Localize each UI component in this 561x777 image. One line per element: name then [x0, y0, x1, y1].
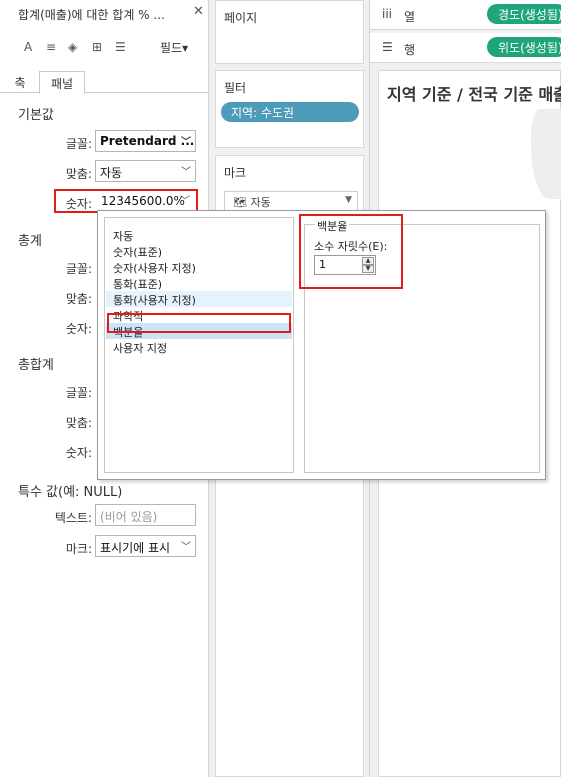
totals-align-label: 맞춤: [65, 292, 92, 306]
number-format-popup: 자동 숫자(표준) 숫자(사용자 지정) 통화(표준) 통화(사용자 지정) 과… [97, 210, 546, 480]
pages-title: 페이지 [224, 11, 258, 25]
lines-icon[interactable]: ☰ [115, 40, 126, 54]
filters-card: 필터 지역: 수도권 [215, 70, 364, 148]
grand-totals-numbers-label: 숫자: [65, 446, 92, 460]
map-icon: 🗺 [233, 196, 251, 209]
filter-pill[interactable]: 지역: 수도권 [221, 102, 359, 122]
columns-shelf[interactable]: iii 열 경도(생성됨) [370, 0, 561, 30]
special-marks-label: 마크: [65, 542, 92, 556]
columns-label: 열 [404, 10, 416, 24]
rows-shelf[interactable]: ☰ 행 위도(생성됨) [370, 33, 561, 63]
chevron-down-icon: ﹀ [181, 137, 191, 148]
map-shape [531, 109, 561, 199]
list-item[interactable]: 사용자 지정 [106, 339, 292, 355]
chevron-down-icon: ▼ [345, 195, 352, 205]
list-item[interactable]: 숫자(사용자 지정) [106, 259, 292, 275]
tableau-workspace: 합계(매출)에 대한 합계 % ... ✕ A ≡ ◈ ⊞ ☰ 필드▾ 축 패널… [0, 0, 561, 777]
highlight-decimal [299, 214, 403, 289]
totals-numbers-label: 숫자: [65, 322, 92, 336]
default-font-label: 글꼴: [65, 137, 92, 151]
shading-icon[interactable]: ◈ [68, 40, 77, 54]
sheet-title: 지역 기준 / 전국 기준 매출 [387, 85, 561, 104]
special-marks-select[interactable]: 표시기에 표시 ﹀ [95, 535, 196, 557]
list-item[interactable]: 숫자(표준) [106, 243, 292, 259]
fields-dropdown[interactable]: 필드▾ [160, 39, 188, 56]
number-format-list: 자동 숫자(표준) 숫자(사용자 지정) 통화(표준) 통화(사용자 지정) 과… [104, 217, 294, 473]
list-item[interactable]: 통화(사용자 지정) [106, 291, 292, 307]
totals-font-label: 글꼴: [65, 262, 92, 276]
grand-totals-align-label: 맞춤: [65, 416, 92, 430]
section-grand-totals-heading: 총합계 [18, 358, 54, 373]
columns-icon: iii [382, 7, 393, 21]
default-font-select[interactable]: Pretendard ... ﹀ [95, 130, 196, 152]
default-align-label: 맞춤: [65, 167, 92, 181]
chevron-down-icon: ▾ [182, 41, 189, 55]
marks-type-value: 자동 [250, 196, 271, 209]
default-align-value: 자동 [100, 166, 123, 180]
list-item[interactable]: 통화(표준) [106, 275, 292, 291]
special-text-input[interactable]: (비어 있음) [95, 504, 196, 526]
format-tabs: 축 패널 [0, 71, 209, 94]
columns-pill[interactable]: 경도(생성됨) [487, 4, 561, 24]
special-text-label: 텍스트: [54, 511, 92, 525]
marks-type-dropdown[interactable]: 🗺 자동 ▼ [224, 191, 358, 211]
tab-pane[interactable]: 패널 [39, 71, 85, 94]
rows-icon: ☰ [382, 40, 393, 54]
format-pane-title: 합계(매출)에 대한 합계 % ... [18, 8, 165, 22]
chevron-down-icon: ﹀ [181, 167, 191, 178]
marks-title: 마크 [224, 166, 247, 180]
section-default-heading: 기본값 [18, 108, 54, 123]
section-totals-heading: 총계 [18, 234, 42, 249]
highlight-percentage [107, 313, 291, 333]
special-text-placeholder: (비어 있음) [100, 510, 158, 524]
fields-label: 필드 [160, 41, 183, 55]
list-item[interactable]: 자동 [106, 227, 292, 243]
special-marks-value: 표시기에 표시 [100, 541, 171, 555]
chevron-down-icon: ﹀ [181, 542, 191, 553]
alignment-icon[interactable]: ≡ [46, 40, 56, 54]
tab-axis[interactable]: 축 [5, 71, 35, 93]
close-icon[interactable]: ✕ [193, 4, 204, 19]
grand-totals-font-label: 글꼴: [65, 386, 92, 400]
pages-card: 페이지 [215, 0, 364, 64]
default-align-select[interactable]: 자동 ﹀ [95, 160, 196, 182]
font-icon[interactable]: A [24, 40, 32, 54]
borders-icon[interactable]: ⊞ [92, 40, 102, 54]
rows-pill[interactable]: 위도(생성됨) [487, 37, 561, 57]
rows-label: 행 [404, 43, 416, 57]
filters-title: 필터 [224, 81, 247, 95]
section-special-values-heading: 특수 값(예: NULL) [18, 485, 123, 500]
